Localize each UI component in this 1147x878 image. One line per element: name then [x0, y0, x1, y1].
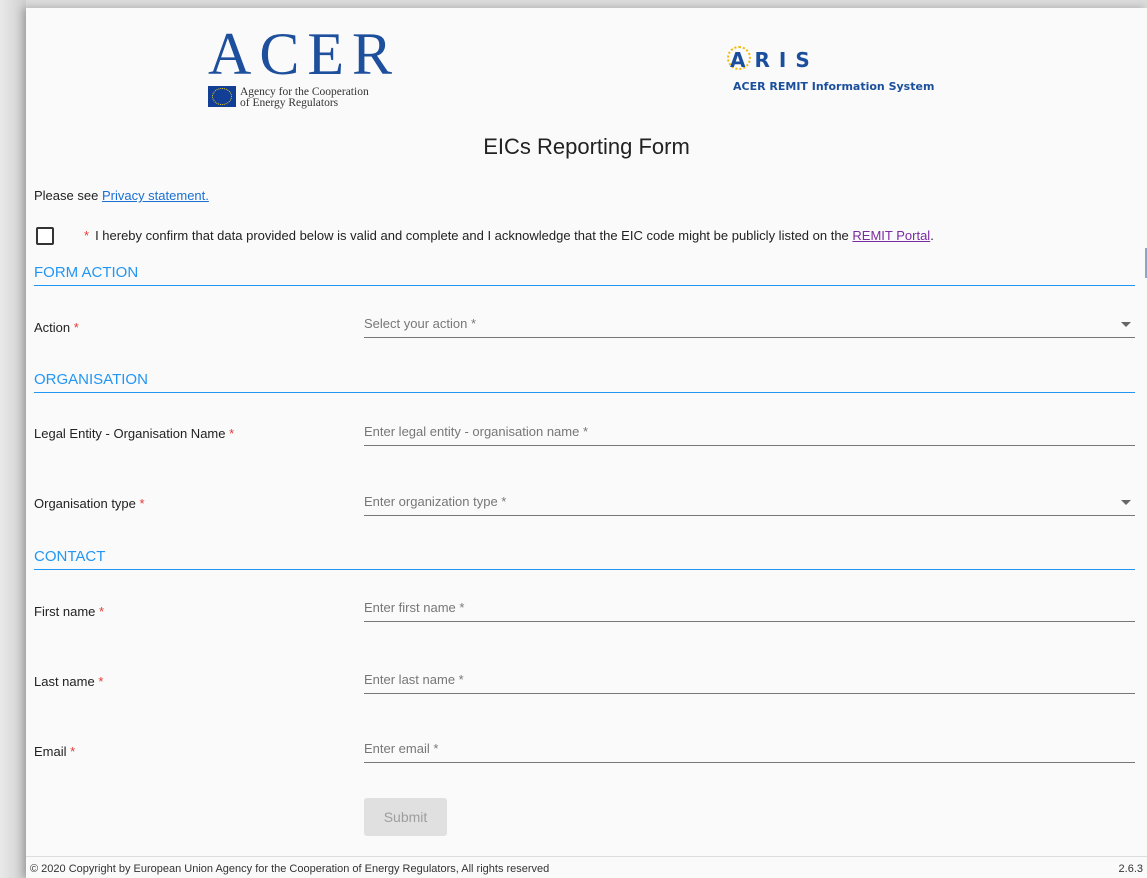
- email-placeholder: Enter email *: [364, 741, 439, 756]
- action-select[interactable]: Select your action *: [364, 314, 1135, 338]
- acer-logo: ACER Agency for the Cooperation of Energ…: [208, 24, 412, 114]
- email-label: Email *: [34, 744, 76, 759]
- required-mark: *: [84, 228, 90, 243]
- action-label: Action *: [34, 320, 79, 335]
- eu-flag-icon: [208, 86, 236, 107]
- privacy-statement-link[interactable]: Privacy statement.: [102, 188, 209, 203]
- left-background-shade: [0, 0, 26, 878]
- legal-entity-label: Legal Entity - Organisation Name *: [34, 426, 235, 441]
- privacy-prefix: Please see: [34, 188, 99, 203]
- action-placeholder: Select your action *: [364, 316, 477, 331]
- confirm-text: * I hereby confirm that data provided bel…: [84, 228, 934, 243]
- aris-logo-subtitle: ACER REMIT Information System: [733, 80, 935, 93]
- first-name-placeholder: Enter first name *: [364, 600, 465, 615]
- confirm-statement: I hereby confirm that data provided belo…: [95, 228, 849, 243]
- copyright-text: © 2020 Copyright by European Union Agenc…: [30, 863, 550, 875]
- last-name-placeholder: Enter last name *: [364, 672, 464, 687]
- confirm-checkbox[interactable]: [36, 227, 54, 245]
- privacy-notice: Please see Privacy statement.: [34, 188, 209, 203]
- last-name-input[interactable]: Enter last name *: [364, 670, 1135, 694]
- aris-logo-word: ARIS: [730, 48, 819, 72]
- remit-portal-link[interactable]: REMIT Portal: [852, 228, 930, 243]
- version-text: 2.6.3: [1118, 863, 1143, 875]
- header: ACER Agency for the Cooperation of Energ…: [26, 8, 1147, 126]
- org-type-placeholder: Enter organization type *: [364, 494, 507, 509]
- first-name-label: First name *: [34, 604, 105, 619]
- org-type-select[interactable]: Enter organization type *: [364, 492, 1135, 516]
- legal-entity-placeholder: Enter legal entity - organisation name *: [364, 424, 589, 439]
- page-title: EICs Reporting Form: [483, 134, 690, 159]
- confirm-suffix: .: [930, 228, 934, 243]
- section-form-action: FORM ACTION: [34, 264, 1135, 286]
- acer-logo-word: ACER: [208, 21, 401, 87]
- chevron-down-icon[interactable]: [1121, 500, 1131, 505]
- footer: © 2020 Copyright by European Union Agenc…: [26, 856, 1147, 878]
- submit-button[interactable]: Submit: [364, 798, 447, 836]
- acer-logo-subtitle: Agency for the Cooperation of Energy Reg…: [240, 86, 369, 109]
- section-contact: CONTACT: [34, 548, 1135, 570]
- chevron-down-icon[interactable]: [1121, 322, 1131, 327]
- first-name-input[interactable]: Enter first name *: [364, 598, 1135, 622]
- aris-logo: ARIS ACER REMIT Information System: [727, 42, 970, 102]
- section-organisation: ORGANISATION: [34, 371, 1135, 393]
- form-window: ACER Agency for the Cooperation of Energ…: [26, 8, 1147, 878]
- email-input[interactable]: Enter email *: [364, 739, 1135, 763]
- last-name-label: Last name *: [34, 674, 104, 689]
- org-type-label: Organisation type *: [34, 496, 145, 511]
- legal-entity-input[interactable]: Enter legal entity - organisation name *: [364, 422, 1135, 446]
